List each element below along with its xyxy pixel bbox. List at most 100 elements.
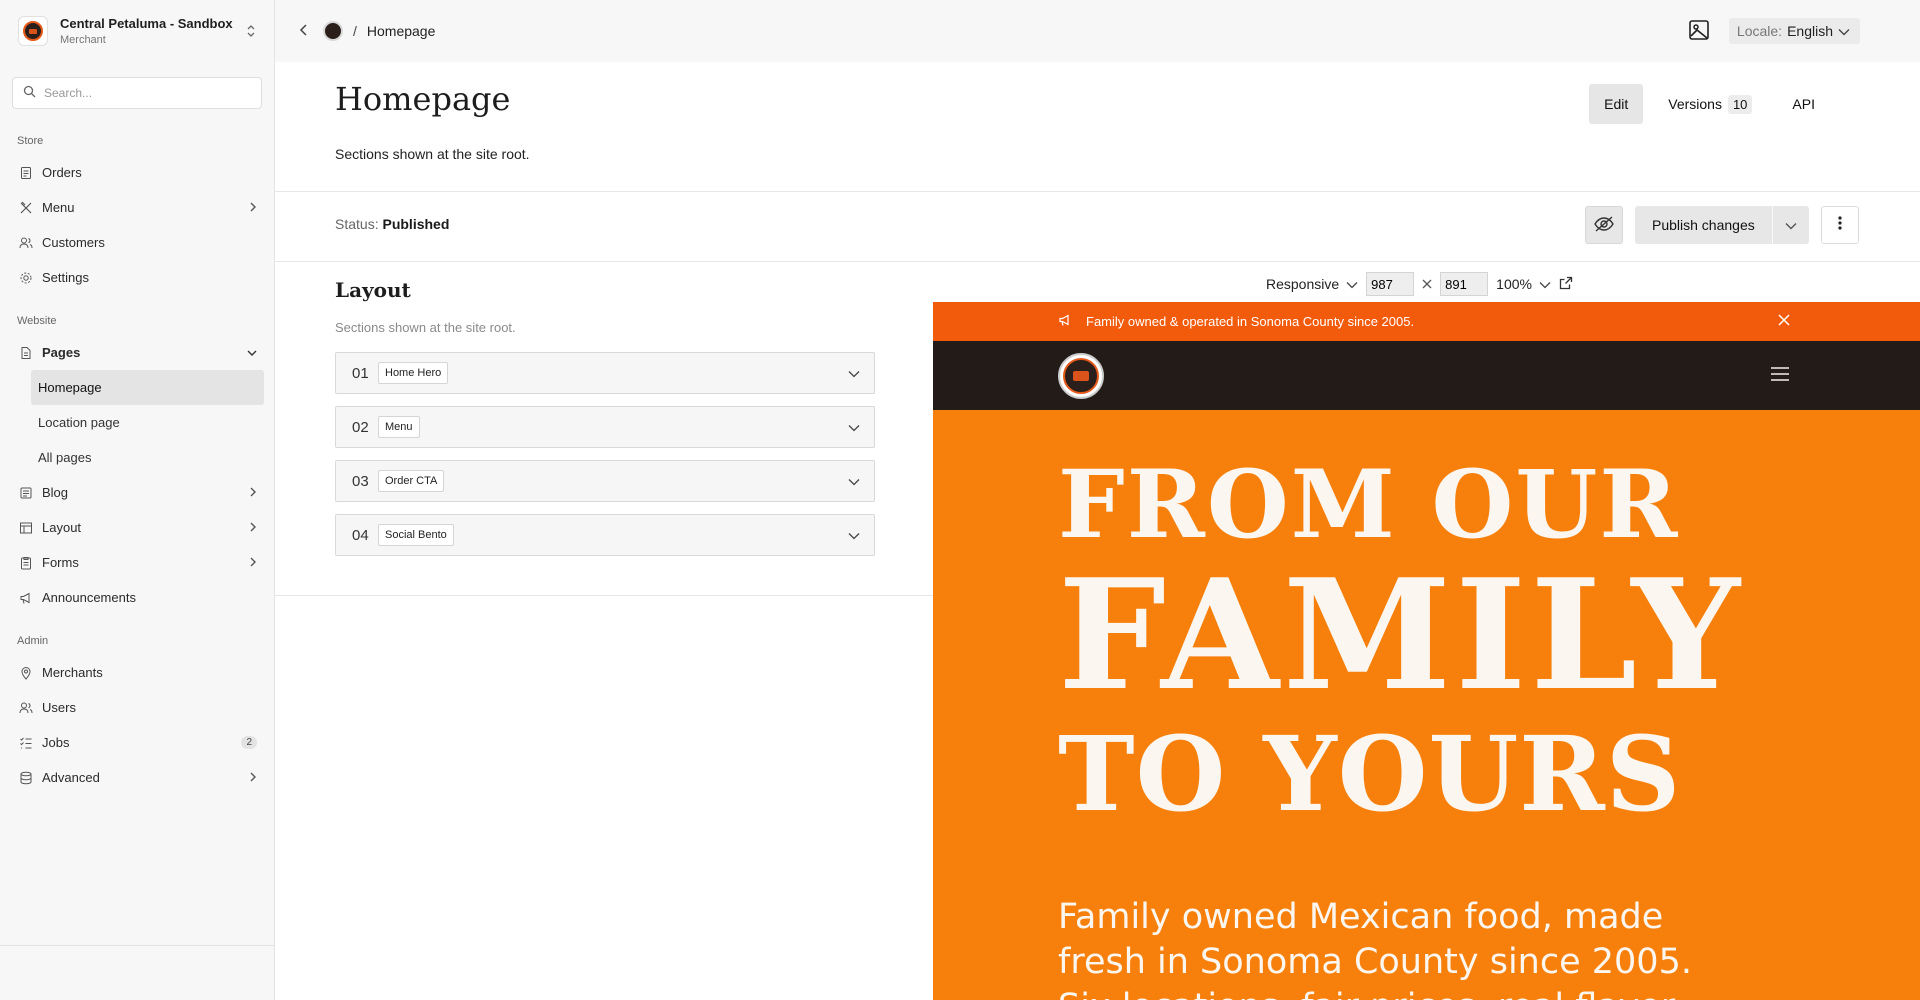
merchant-logo	[18, 16, 48, 46]
users-icon	[19, 236, 33, 250]
section-type-tag: Social Bento	[378, 524, 454, 546]
divider	[275, 595, 933, 596]
layout-section-row[interactable]: 01 Home Hero	[335, 352, 875, 394]
site-logo[interactable]	[1058, 352, 1104, 399]
sidebar-subitem-location-page[interactable]: Location page	[31, 405, 264, 440]
sidebar-item-pages[interactable]: Pages	[0, 335, 274, 370]
status-bar: Status: Published Publish changes	[275, 192, 1920, 262]
sidebar-item-settings[interactable]: Settings	[0, 260, 274, 295]
chevron-down-icon	[1539, 276, 1551, 292]
layout-section-row[interactable]: 04 Social Bento	[335, 514, 875, 556]
sidebar-item-jobs[interactable]: Jobs 2	[0, 725, 274, 760]
tab-api[interactable]: API	[1777, 84, 1830, 124]
page-description: Sections shown at the site root.	[335, 146, 530, 162]
sidebar-item-orders[interactable]: Orders	[0, 155, 274, 190]
section-type-tag: Order CTA	[378, 470, 445, 492]
page-tabs: Edit Versions 10 API	[1589, 84, 1830, 124]
tab-edit[interactable]: Edit	[1589, 84, 1644, 124]
chevron-down-icon	[247, 345, 257, 360]
media-library-button[interactable]	[1685, 17, 1713, 45]
sidebar-item-label: Forms	[42, 555, 79, 570]
locale-label: Locale:	[1736, 23, 1783, 39]
page-title: Homepage	[335, 80, 511, 118]
sidebar-item-label: Menu	[42, 200, 75, 215]
status-label: Status:	[335, 216, 379, 232]
sidebar-item-layout[interactable]: Layout	[0, 510, 274, 545]
locale-select[interactable]: Locale: English	[1728, 18, 1860, 44]
sidebar-item-label: Customers	[42, 235, 105, 250]
tab-versions[interactable]: Versions 10	[1653, 84, 1767, 124]
sidebar-item-users[interactable]: Users	[0, 690, 274, 725]
publish-options-button[interactable]	[1771, 206, 1809, 244]
chevron-right-icon	[249, 555, 257, 570]
list-checks-icon	[19, 736, 33, 750]
chevron-down-icon	[848, 366, 860, 381]
section-number: 01	[352, 364, 369, 382]
sidebar-item-label: Users	[42, 700, 76, 715]
section-number: 04	[352, 526, 369, 544]
layout-section-row[interactable]: 02 Menu	[335, 406, 875, 448]
chevron-right-icon	[249, 770, 257, 785]
preview-width-input[interactable]	[1366, 272, 1415, 296]
layout-section-row[interactable]: 03 Order CTA	[335, 460, 875, 502]
jobs-count-badge: 2	[241, 736, 257, 749]
users-icon	[19, 701, 33, 715]
sidebar-item-menu[interactable]: Menu	[0, 190, 274, 225]
receipt-icon	[19, 166, 33, 180]
open-external-button[interactable]	[1559, 276, 1573, 293]
zoom-select[interactable]: 100%	[1496, 276, 1551, 292]
device-mode-value: Responsive	[1266, 276, 1340, 292]
hamburger-menu-button[interactable]	[1770, 366, 1790, 385]
zoom-value: 100%	[1496, 276, 1532, 292]
merchant-switcher[interactable]: Central Petaluma - Sandbox Merchant	[0, 0, 274, 62]
back-button[interactable]	[299, 21, 309, 42]
chevron-down-icon	[848, 420, 860, 435]
merchant-name: Central Petaluma - Sandbox	[60, 16, 233, 31]
search-input[interactable]	[44, 86, 251, 100]
publish-changes-button[interactable]: Publish changes	[1635, 206, 1772, 244]
section-type-tag: Home Hero	[378, 362, 449, 384]
sidebar-item-label: Settings	[42, 270, 89, 285]
device-mode-select[interactable]: Responsive	[1266, 276, 1358, 292]
section-label-website: Website	[17, 315, 57, 327]
sidebar-item-label: Advanced	[42, 770, 100, 785]
more-options-button[interactable]	[1821, 206, 1859, 244]
layout-heading: Layout	[335, 278, 411, 302]
sidebar-subitem-homepage[interactable]: Homepage	[31, 370, 264, 405]
sidebar-item-label: Layout	[42, 520, 82, 535]
sidebar-item-label: Jobs	[42, 735, 70, 750]
search-icon	[23, 85, 36, 101]
sidebar-item-blog[interactable]: Blog	[0, 475, 274, 510]
sidebar-item-customers[interactable]: Customers	[0, 225, 274, 260]
preview-height-input[interactable]	[1440, 272, 1489, 296]
close-icon	[1778, 313, 1790, 330]
hero-line-2: FAMILY	[1058, 545, 1744, 724]
site-logo-icon	[323, 21, 343, 41]
sidebar-item-merchants[interactable]: Merchants	[0, 655, 274, 690]
database-icon	[19, 771, 33, 785]
sidebar-subitem-all-pages[interactable]: All pages	[31, 440, 264, 475]
breadcrumb-separator: /	[353, 23, 357, 39]
file-icon	[19, 346, 33, 360]
status-value: Published	[382, 216, 450, 232]
announcement-bar: Family owned & operated in Sonoma County…	[933, 302, 1920, 341]
layout-description: Sections shown at the site root.	[335, 320, 516, 335]
section-label-admin: Admin	[17, 635, 49, 647]
toggle-preview-button[interactable]	[1585, 206, 1623, 244]
sidebar-item-label: Merchants	[42, 665, 103, 680]
eye-off-icon	[1593, 215, 1615, 236]
map-pin-icon	[19, 666, 33, 680]
image-icon	[1688, 19, 1710, 44]
chevron-down-icon	[848, 474, 860, 489]
sidebar-item-announcements[interactable]: Announcements	[0, 580, 274, 615]
announcement-close-button[interactable]	[1778, 313, 1790, 331]
sidebar-item-advanced[interactable]: Advanced	[0, 760, 274, 795]
clipboard-icon	[19, 556, 33, 570]
gear-icon	[19, 271, 33, 285]
breadcrumb-current: Homepage	[366, 23, 436, 39]
section-type-tag: Menu	[378, 416, 420, 438]
search-box[interactable]	[12, 77, 262, 109]
hero-line-3: TO YOURS	[1058, 714, 1682, 835]
chevron-right-icon	[249, 485, 257, 500]
sidebar-item-forms[interactable]: Forms	[0, 545, 274, 580]
